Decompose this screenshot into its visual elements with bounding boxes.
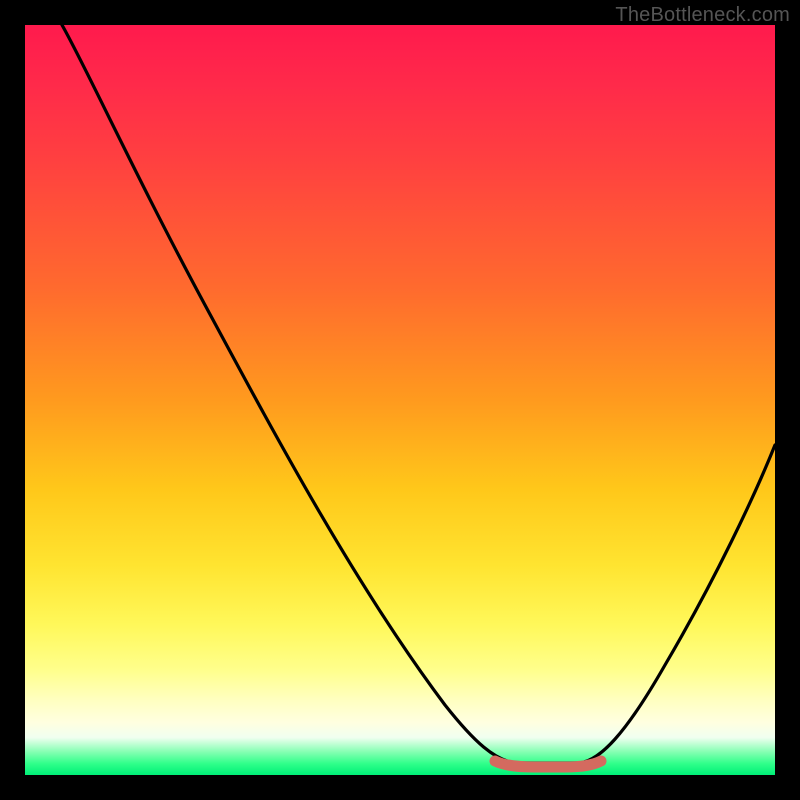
bottleneck-curve	[62, 25, 775, 763]
optimal-band	[495, 761, 601, 767]
watermark-text: TheBottleneck.com	[615, 4, 790, 27]
chart-frame: TheBottleneck.com	[0, 0, 800, 800]
plot-area	[25, 25, 775, 775]
curve-overlay	[25, 25, 775, 775]
